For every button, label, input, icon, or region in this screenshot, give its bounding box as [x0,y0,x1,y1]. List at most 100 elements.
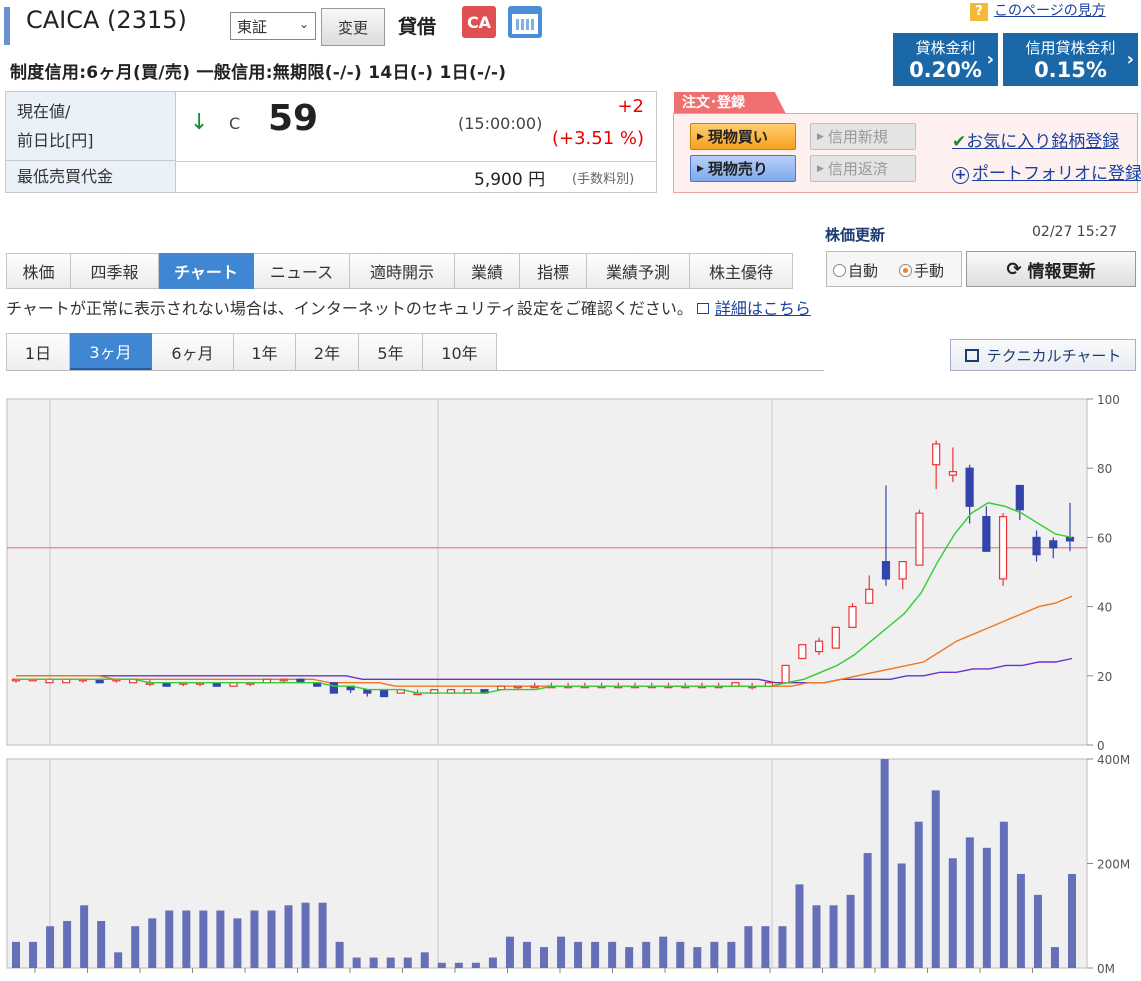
tab-shareholder-benefits[interactable]: 株主優待 [690,253,793,289]
candlestick [798,644,807,660]
ca-icon[interactable]: CA [462,6,496,38]
candle-body [530,685,539,689]
buy-button[interactable]: ▶ 現物買い [690,123,796,150]
price-time: (15:00:00) [458,114,543,133]
candle-body [831,626,840,649]
add-favorite-link[interactable]: ✔お気に入り銘柄登録 [952,127,1119,152]
divider [176,161,656,162]
period-tab-6m[interactable]: 6ヶ月 [152,333,234,371]
manual-update-radio[interactable]: 手動 [899,260,944,281]
credit-lend-rate-button[interactable]: 信用貸株金利 0.15% › [1003,33,1138,86]
period-tab-3m[interactable]: 3ヶ月 [70,333,152,371]
candle-body [1065,536,1075,542]
margin-close-button: ▶ 信用返済 [810,155,916,182]
title-accent-bar [4,7,10,45]
price-tick-label: 0 [1097,739,1105,753]
tab-chart[interactable]: チャート [159,253,254,289]
volume-bar [880,759,889,968]
tab-indicators[interactable]: 指標 [520,253,587,289]
down-arrow-icon: ↓ [190,110,209,135]
candlestick [915,509,924,566]
details-link[interactable]: 詳細はこちら [715,299,811,318]
current-price: 59 [268,98,319,139]
volume-tick-label: 400M [1097,753,1130,767]
quote-table: 現在値/ 前日比[円] 最低売買代金 ↓ C 59 (15:00:00) +2 … [5,91,657,193]
candle-body [948,471,957,476]
calendar-icon[interactable] [508,6,542,38]
volume-bar [676,941,685,968]
external-link-icon [696,303,709,314]
volume-bar [863,853,872,968]
price-panel [6,398,1088,746]
volume-bar [471,962,480,968]
auto-update-radio[interactable]: 自動 [833,260,878,281]
volume-bar [46,926,55,968]
change-button[interactable]: 変更 [321,8,385,46]
volume-bar [80,905,89,968]
tab-news[interactable]: ニュース [254,253,350,289]
candle-body [965,467,974,507]
market-select-value: 東証 [237,18,268,36]
stock-chart: 0 20 40 60 80 100 0M 200M 400M [6,393,1130,976]
volume-bar [386,957,395,968]
lend-rate-value: 0.20% [909,58,982,82]
tab-forecast[interactable]: 業績予測 [587,253,690,289]
candle-body [1032,536,1041,556]
volume-bar [1068,873,1076,968]
market-select[interactable]: 東証 ⌄ [230,12,316,40]
tab-stock-price[interactable]: 株価 [6,253,71,289]
volume-bar [437,962,446,968]
volume-bar [1016,873,1025,968]
tab-performance[interactable]: 業績 [455,253,520,289]
price-tick-label: 60 [1097,531,1112,545]
help-icon: ? [970,3,988,21]
technical-chart-button[interactable]: テクニカルチャート [950,339,1136,371]
volume-bar [114,952,123,968]
volume-bar [778,926,787,968]
candle-body [898,561,907,580]
lend-rate-button[interactable]: 貸株金利 0.20% › [893,33,998,86]
credit-info: 制度信用:6ヶ月(買/売) 一般信用:無期限(-/-) 14日(-) 1日(-/… [10,63,507,83]
volume-bar [199,910,208,968]
refresh-button[interactable]: ⟳ 情報更新 [966,251,1136,287]
current-price-label-line1: 現在値/ [17,102,71,121]
volume-bar [931,790,940,968]
volume-bar [693,947,702,968]
period-tab-5y[interactable]: 5年 [359,333,423,371]
price-mark: C [229,114,241,133]
price-tick-label: 80 [1097,462,1112,476]
volume-bar [267,910,276,968]
volume-bar [165,910,174,968]
period-tab-1d[interactable]: 1日 [6,333,70,371]
tab-shikiho[interactable]: 四季報 [71,253,159,289]
volume-bar [727,941,736,968]
period-tab-2y[interactable]: 2年 [296,333,359,371]
volume-bar [965,837,974,968]
refresh-icon: ⟳ [1006,258,1022,280]
stock-name: CAICA (2315) [26,6,187,34]
add-portfolio-link[interactable]: + ポートフォリオに登録 [952,159,1141,184]
volume-bar [454,962,463,968]
taishaku-label: 貸借 [398,16,437,38]
volume-bar [29,941,38,968]
volume-bar [557,936,566,968]
add-favorite-label: お気に入り銘柄登録 [966,132,1120,152]
tab-disclosure[interactable]: 適時開示 [350,253,455,289]
help-link[interactable]: ? このページの見方 [970,0,1106,21]
buy-label: 現物買い [707,128,768,146]
margin-new-label: 信用新規 [827,128,888,146]
margin-new-button: ▶ 信用新規 [810,123,916,150]
price-update-time: 02/27 15:27 [1032,224,1118,240]
price-change: +2 [617,96,644,117]
volume-bar [301,902,310,968]
volume-bar [148,918,157,968]
volume-bar [897,863,906,968]
volume-bar [574,941,583,968]
chart-notice-text: チャートが正常に表示されない場合は、インターネットのセキュリティ設定をご確認くだ… [6,299,693,318]
update-mode-group: 自動 手動 [826,251,962,287]
order-section-tab: 注文･登録 [674,92,786,114]
refresh-label: 情報更新 [1027,261,1096,282]
period-tab-1y[interactable]: 1年 [234,333,296,371]
period-tab-10y[interactable]: 10年 [423,333,497,371]
sell-button[interactable]: ▶ 現物売り [690,155,796,182]
